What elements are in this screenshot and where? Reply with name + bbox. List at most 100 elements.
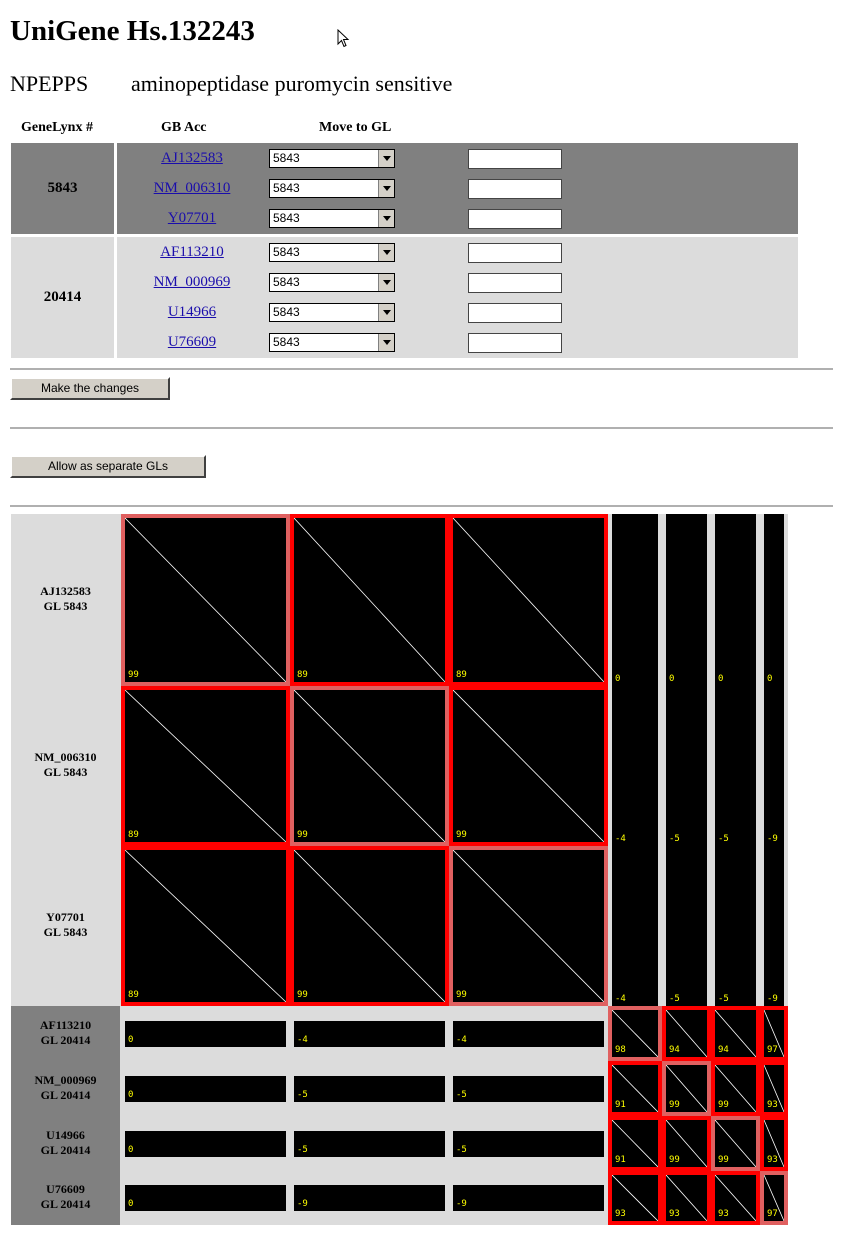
similarity-score: 0 xyxy=(767,674,773,684)
similarity-score: -9 xyxy=(297,1199,308,1209)
similarity-score: 93 xyxy=(718,1209,729,1219)
gl-text-input[interactable] xyxy=(468,179,562,199)
similarity-score: 99 xyxy=(456,830,467,840)
dotplot-cell: 0 xyxy=(125,1130,286,1157)
similarity-score: -5 xyxy=(456,1089,467,1100)
similarity-score: -9 xyxy=(767,994,778,1004)
dotplot-cell: 0 xyxy=(125,1020,286,1047)
dotplot-cell: -5 xyxy=(666,846,707,1006)
similarity-score: 89 xyxy=(297,670,308,680)
accession-link[interactable]: U14966 xyxy=(132,304,252,321)
move-to-gl-select[interactable]: 5843 xyxy=(269,273,395,292)
matrix-row-label: AJ132583 GL 5843 xyxy=(11,584,120,614)
gl-text-input[interactable] xyxy=(468,303,562,323)
divider xyxy=(10,368,833,370)
matrix-row-label: Y07701 GL 5843 xyxy=(11,910,120,940)
dotplot-cell: -5 xyxy=(294,1075,445,1102)
accession-link[interactable]: NM_000969 xyxy=(132,274,252,291)
move-to-gl-select[interactable]: 5843 xyxy=(269,243,395,262)
similarity-score: -5 xyxy=(297,1144,308,1155)
move-to-gl-select[interactable]: 5843 xyxy=(269,303,395,322)
similarity-score: -4 xyxy=(615,834,626,844)
accession-link[interactable]: NM_006310 xyxy=(132,180,252,197)
accession-link[interactable]: U76609 xyxy=(132,334,252,351)
dotplot-cell: 94 xyxy=(666,1010,707,1057)
similarity-score: 91 xyxy=(615,1100,626,1110)
similarity-score: 0 xyxy=(669,674,675,684)
dotplot-cell: 97 xyxy=(764,1010,784,1057)
dotplot-cell: 99 xyxy=(294,690,445,842)
accession-link[interactable]: Y07701 xyxy=(132,210,252,227)
header-genelynx: GeneLynx # xyxy=(21,120,93,135)
gene-symbol: NPEPPS xyxy=(10,71,89,96)
dotplot-cell: -9 xyxy=(764,686,784,846)
divider xyxy=(10,427,833,429)
make-changes-button[interactable]: Make the changes xyxy=(10,377,170,400)
matrix-row-label: U76609 GL 20414 xyxy=(11,1182,120,1212)
alignment-diagonal xyxy=(294,518,445,682)
matrix-row-gl: GL 20414 xyxy=(40,1197,91,1211)
similarity-score: 0 xyxy=(128,1199,134,1209)
accession-link[interactable]: AJ132583 xyxy=(132,150,252,167)
similarity-score: -4 xyxy=(297,1034,308,1045)
chevron-down-icon[interactable] xyxy=(378,210,394,227)
similarity-score: 99 xyxy=(128,670,139,680)
dotplot-cell: 98 xyxy=(612,1010,658,1057)
move-to-gl-select[interactable]: 5843 xyxy=(269,209,395,228)
chevron-down-icon[interactable] xyxy=(378,274,394,291)
allow-separate-gls-button[interactable]: Allow as separate GLs xyxy=(10,455,206,478)
gl-number: 5843 xyxy=(47,180,78,196)
chevron-down-icon[interactable] xyxy=(378,304,394,321)
dotplot-cell: -4 xyxy=(294,1020,445,1047)
dotplot-cell: 89 xyxy=(453,518,604,682)
dotplot-cell: -5 xyxy=(715,686,756,846)
accession-link[interactable]: AF113210 xyxy=(132,244,252,261)
gl-text-input[interactable] xyxy=(468,209,562,229)
similarity-score: -5 xyxy=(718,834,729,844)
similarity-score: 89 xyxy=(456,670,467,680)
dotplot-cell: 0 xyxy=(612,514,658,686)
matrix-row-label: NM_000969 GL 20414 xyxy=(11,1073,120,1103)
column-divider xyxy=(114,237,117,358)
similarity-score: 99 xyxy=(669,1155,680,1165)
alignment-diagonal xyxy=(453,518,604,682)
dotplot-cell: -5 xyxy=(666,686,707,846)
dotplot-cell: 94 xyxy=(715,1010,756,1057)
header-move-to-gl: Move to GL xyxy=(319,120,392,135)
matrix-row-gl: GL 20414 xyxy=(40,1142,91,1157)
dotplot-cell: -9 xyxy=(294,1185,445,1211)
matrix-row-gl: GL 5843 xyxy=(43,599,88,613)
dotplot-cell: 93 xyxy=(764,1120,784,1167)
dotplot-cell: 99 xyxy=(666,1065,707,1112)
similarity-score: 93 xyxy=(767,1155,778,1165)
dotplot-cell: -5 xyxy=(715,846,756,1006)
move-to-gl-select[interactable]: 5843 xyxy=(269,179,395,198)
similarity-score: 99 xyxy=(718,1155,729,1165)
chevron-down-icon[interactable] xyxy=(378,334,394,351)
alignment-diagonal xyxy=(125,518,286,682)
dotplot-cell: 0 xyxy=(715,514,756,686)
dotplot-cell: 0 xyxy=(764,514,784,686)
dotplot-cell: 89 xyxy=(125,690,286,842)
dotplot-cell: 99 xyxy=(294,850,445,1002)
dotplot-cell: 97 xyxy=(764,1175,784,1221)
dotplot-cell: -9 xyxy=(764,846,784,1006)
gl-text-input[interactable] xyxy=(468,149,562,169)
dotplot-cell: 99 xyxy=(715,1065,756,1112)
similarity-score: 98 xyxy=(615,1045,626,1055)
move-to-gl-select[interactable]: 5843 xyxy=(269,149,395,168)
move-to-gl-select[interactable]: 5843 xyxy=(269,333,395,352)
gl-text-input[interactable] xyxy=(468,273,562,293)
dotplot-cell: 89 xyxy=(125,850,286,1002)
alignment-diagonal xyxy=(453,690,604,842)
dotplot-cell: 91 xyxy=(612,1120,658,1167)
similarity-score: 97 xyxy=(767,1209,778,1219)
matrix-row-accession: NM_006310 xyxy=(34,750,97,764)
chevron-down-icon[interactable] xyxy=(378,150,394,167)
gl-text-input[interactable] xyxy=(468,243,562,263)
dotplot-cell: -5 xyxy=(453,1130,604,1157)
gl-text-input[interactable] xyxy=(468,333,562,353)
chevron-down-icon[interactable] xyxy=(378,244,394,261)
chevron-down-icon[interactable] xyxy=(378,180,394,197)
dotplot-cell: 99 xyxy=(453,850,604,1002)
